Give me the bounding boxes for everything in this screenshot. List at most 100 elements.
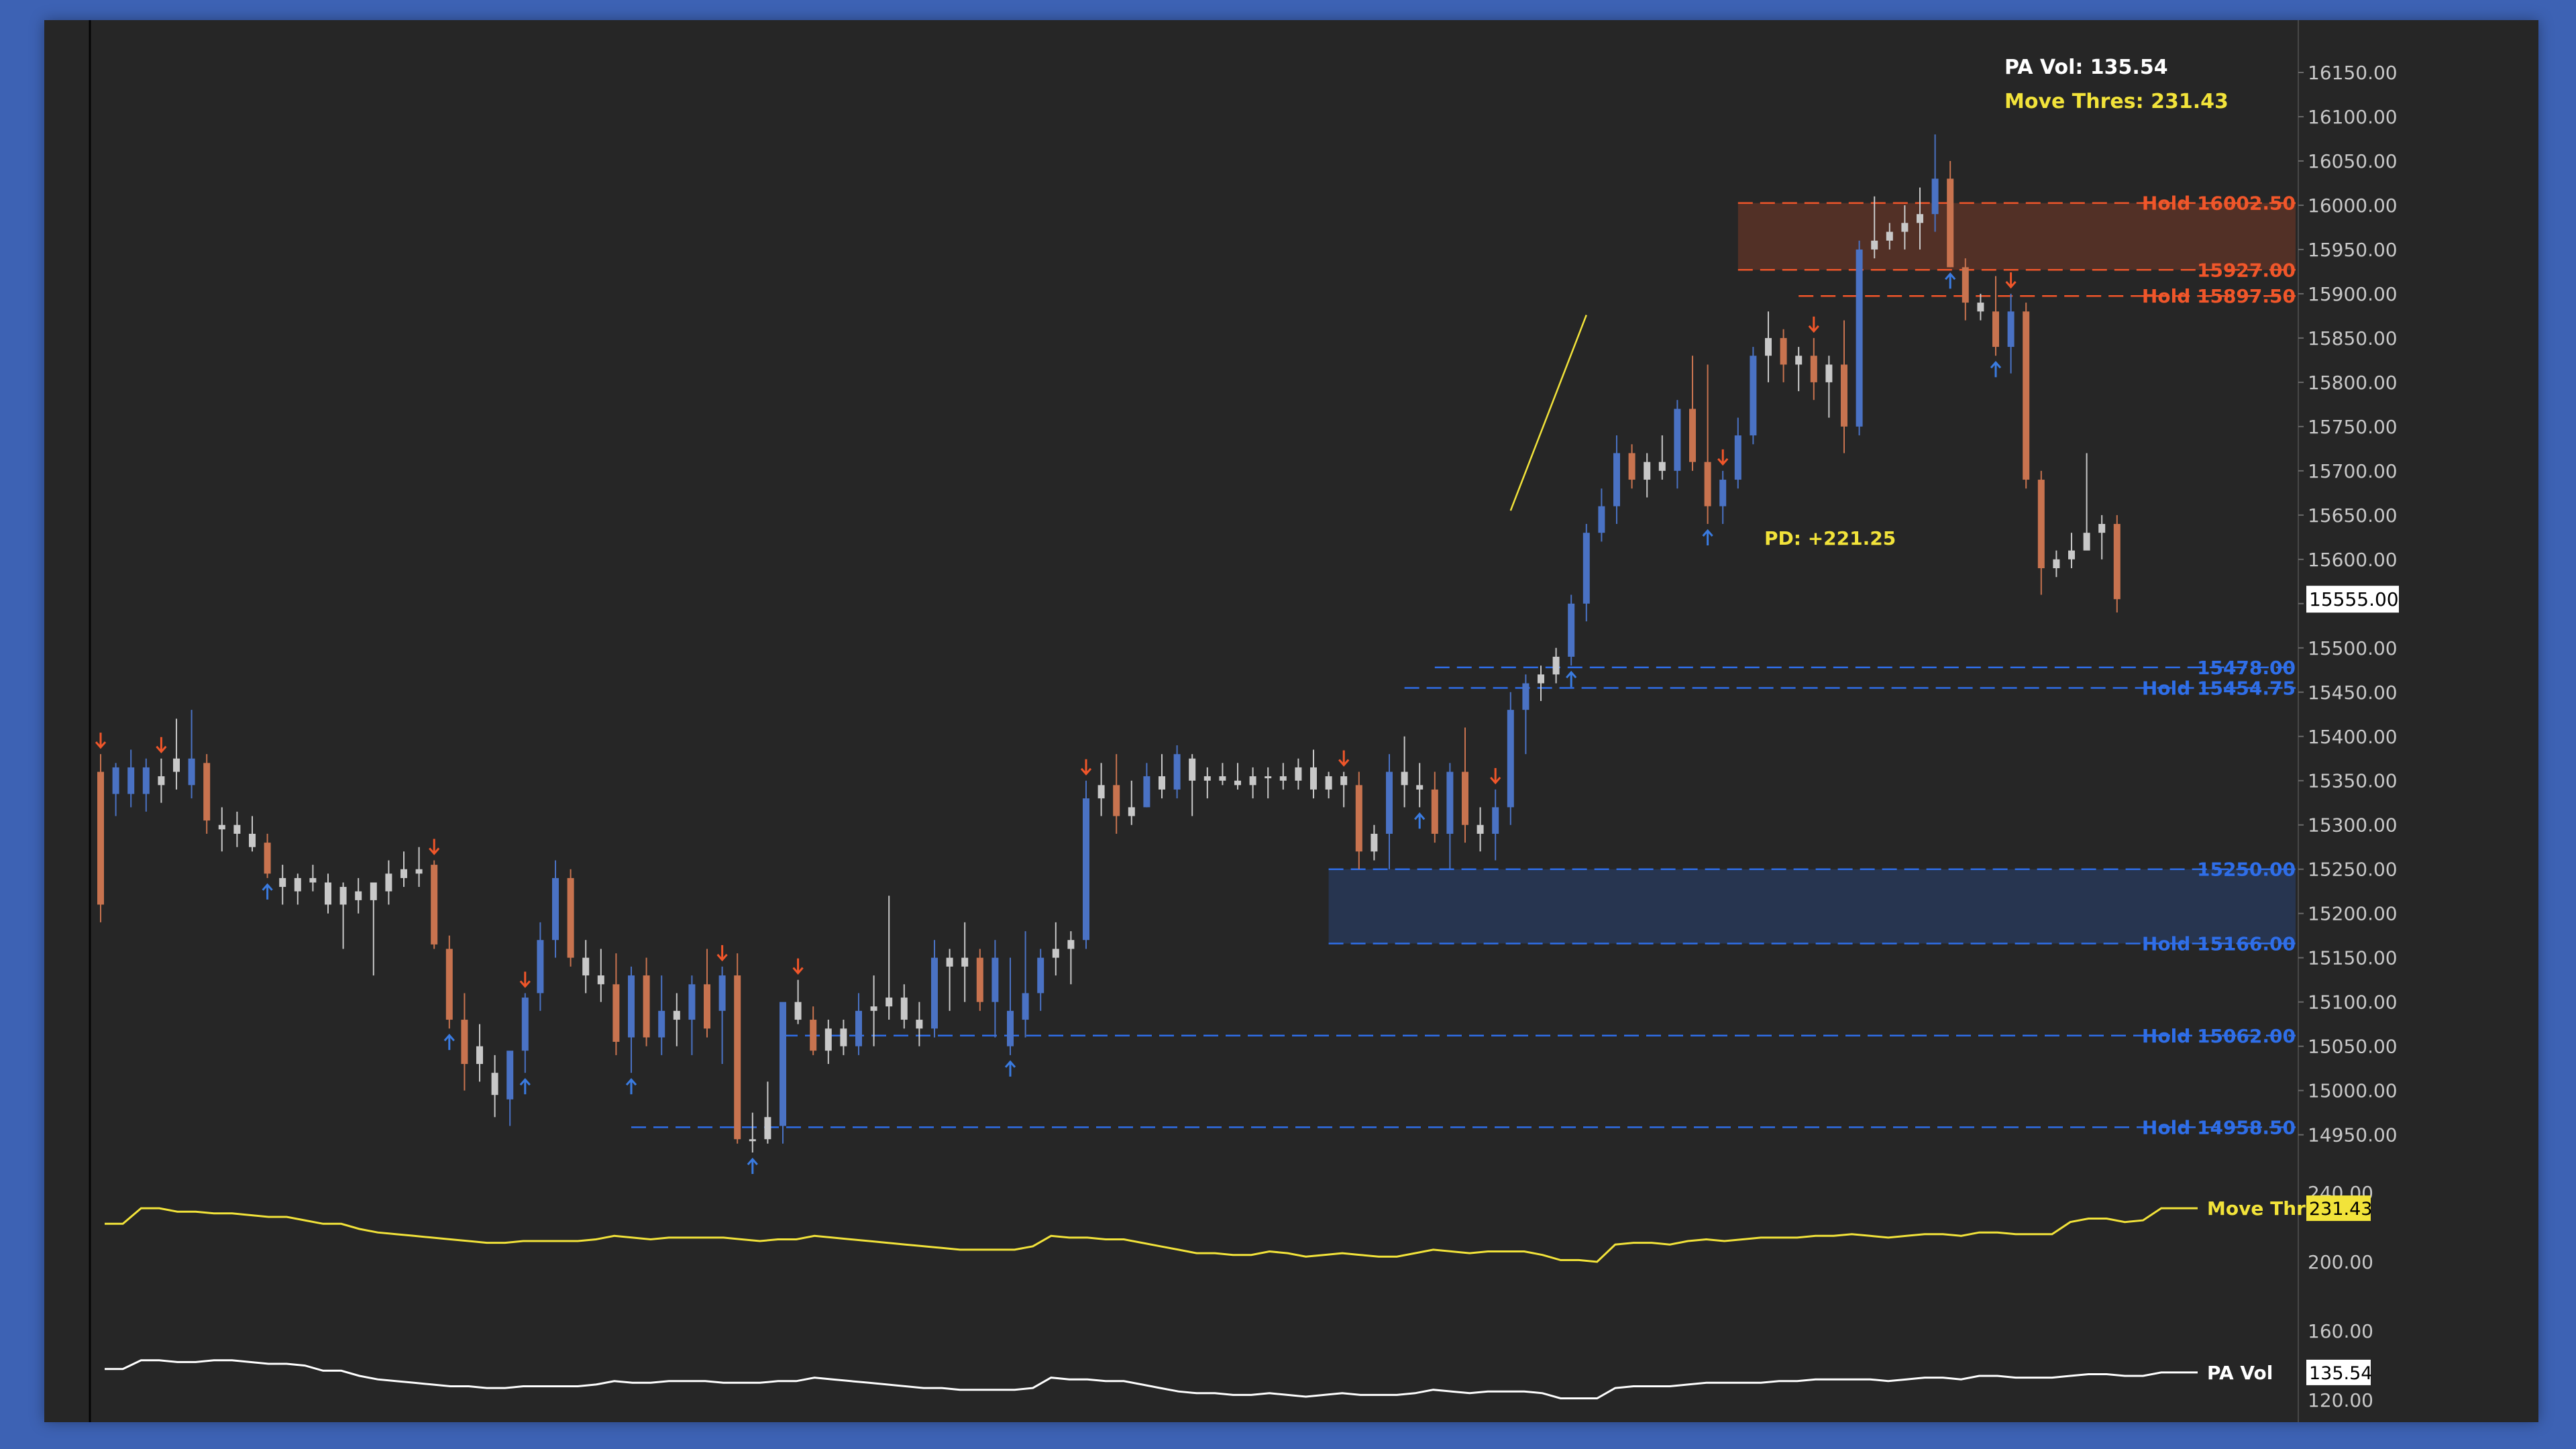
candle-body [1734,435,1741,480]
candle-body [718,975,726,1011]
support-level-label: Hold 15062.00 [2142,1025,2296,1047]
chart-window: 16150.00 16100.00 16050.00 16000.00 15950.00… [44,20,2538,1422]
candle-body [673,1010,680,1020]
candle-body [1310,767,1317,790]
candle-body [233,824,241,834]
candle-body [794,1002,802,1020]
candle-body [780,1002,786,1126]
candle-body [1825,364,1833,382]
move-thres-line [105,1207,2198,1263]
indicator-tick-label: 200.00 [2308,1251,2373,1273]
candle-body [1219,776,1226,781]
candle-body [1067,940,1075,949]
candle-body [1522,683,1529,710]
candle-body [1552,656,1560,675]
candle-body [1355,785,1362,852]
candle-body [400,869,407,878]
up-arrow-icon [1945,272,1956,289]
down-arrow-icon [1717,449,1729,466]
price-tick-label: 15250.00 [2308,859,2398,881]
pa-vol-header: PA Vol: 135.54 [2004,56,2168,79]
candle-body [1083,798,1089,941]
candle-body [1492,807,1499,834]
price-tick-label: 15650.00 [2308,504,2398,527]
pd-annotation: PD: +221.25 [1764,527,1896,549]
resistance-level-label: Hold 15897.50 [2142,285,2296,307]
candle-body [158,776,165,786]
support-level-label: 15478.00 [2197,657,2296,679]
candle-body [688,984,696,1020]
up-arrow-icon [625,1077,637,1095]
candle-body [325,882,331,905]
candle-body [355,891,362,900]
candle-body [1856,249,1863,427]
candle-body [946,957,953,967]
candle-body [506,1051,514,1099]
candle-body [1159,776,1165,790]
arrows-layer [95,272,2017,1174]
candle-body [885,998,893,1007]
price-tick-label: 15950.00 [2308,239,2398,261]
up-arrow-icon [1004,1060,1016,1077]
pd-line [1509,315,1587,511]
candle-body [1568,603,1575,657]
current-price-label: 15555.00 [2309,588,2399,610]
price-tick-label: 15000.00 [2308,1080,2398,1102]
candle-body [1644,462,1651,480]
levels-layer: Hold 16002.50 15927.00 Hold 15897.50 15478.… [631,193,2296,1138]
up-arrow-icon [747,1157,758,1174]
candle-body [824,1028,832,1051]
candle-body [1340,776,1348,786]
up-arrow-icon [262,883,273,900]
down-arrow-icon [1080,759,1092,776]
candle-body [840,1028,847,1046]
candle-body [1674,409,1681,471]
candle-body [1582,533,1590,604]
candle-body [1325,776,1332,790]
price-tick-label: 15500.00 [2308,637,2398,659]
candle-body [734,975,741,1140]
candle-body [203,763,211,821]
candle-body [1143,776,1150,808]
candle-body [870,1006,877,1011]
candle-body [567,877,574,958]
up-arrow-icon [1566,670,1577,688]
candle-body [1917,214,1923,223]
price-tick-label: 16050.00 [2308,150,2398,172]
pa-vol-line [105,1359,2198,1399]
candle-body [1295,767,1302,781]
candle-body [2068,550,2075,559]
candle-body [218,824,225,830]
candle-body [764,1117,771,1140]
candle-body [643,975,650,1038]
price-tick-label: 15200.00 [2308,903,2398,925]
candle-body [142,767,150,794]
candle-body [612,984,620,1042]
indicator-tick-label: 160.00 [2308,1320,2373,1342]
price-tick-label: 15850.00 [2308,327,2398,350]
candle-body [1871,240,1878,250]
candle-body [1477,824,1484,834]
candle-body [188,758,195,786]
candle-body [2098,524,2106,533]
support-level-label: 15250.00 [2197,859,2296,881]
candle-body [1704,462,1711,506]
candle-body [1750,356,1757,436]
candle-body [370,882,377,900]
candle-body [2053,559,2060,569]
support-level-label: Hold 15454.75 [2142,677,2296,699]
price-chart[interactable]: 16150.00 16100.00 16050.00 16000.00 15950.00… [44,20,2538,1422]
candle-body [1462,771,1468,825]
candle-body [1203,776,1211,781]
price-tick-label: 15300.00 [2308,814,2398,837]
candle-body [294,877,301,892]
pa-vol-legend: PA Vol [2207,1362,2273,1384]
candle-body [961,957,969,967]
candle-body [1931,178,1939,215]
price-tick-label: 15150.00 [2308,947,2398,969]
candle-body [1173,754,1181,790]
candle-body [900,998,908,1020]
down-arrow-icon [156,737,167,754]
candle-body [658,1010,665,1038]
candle-body [976,957,983,1002]
